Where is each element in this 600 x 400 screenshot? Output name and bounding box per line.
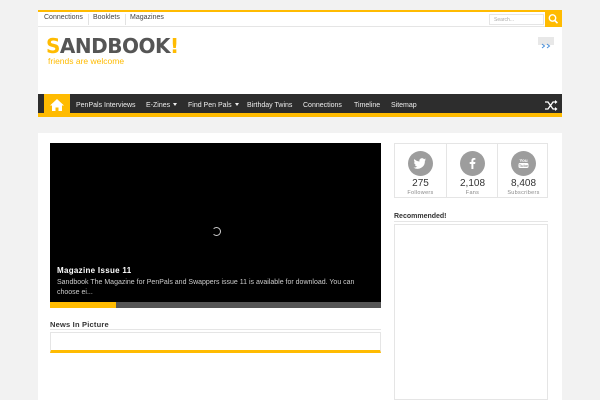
nav-label: Find Pen Pals [188, 102, 232, 109]
logo-initial: S [46, 34, 60, 58]
social-youtube[interactable]: You Tube 8,408 Subscribers [497, 144, 548, 197]
site-header: SANDBOOK! friends are welcome [38, 27, 562, 94]
recommended-heading: Recommended! [394, 213, 447, 220]
nav-item-sitemap[interactable]: Sitemap [391, 94, 417, 117]
shuffle-icon [545, 100, 558, 111]
nav-item-birthday-twins[interactable]: Birthday Twins [247, 94, 292, 117]
nav-label: Connections [303, 102, 342, 109]
search-icon [548, 14, 559, 24]
chevron-down-icon [173, 103, 178, 106]
logo-bang: ! [169, 34, 179, 58]
top-link-magazines[interactable]: Magazines [130, 14, 164, 21]
nav-item-penpals-interviews[interactable]: PenPals Interviews [76, 94, 136, 117]
facebook-count: 2,108 [459, 178, 486, 189]
twitter-count: 275 [412, 178, 429, 189]
chevron-down-icon [234, 103, 239, 106]
youtube-count: 8,408 [510, 178, 537, 189]
featured-slider[interactable]: Magazine Issue 11 Sandbook The Magazine … [50, 143, 381, 308]
nav-label: PenPals Interviews [76, 102, 136, 109]
youtube-label: Subscribers [507, 190, 540, 196]
home-icon [50, 99, 64, 111]
main-content: Magazine Issue 11 Sandbook The Magazine … [38, 133, 562, 400]
twitter-label: Followers [407, 190, 434, 196]
svg-text:Tube: Tube [519, 163, 529, 168]
news-in-picture-heading: News In Picture [50, 320, 109, 329]
divider [50, 329, 381, 330]
social-counter-widget: 275 Followers 2,108 Fans You Tube 8,408 … [394, 143, 548, 198]
main-nav: PenPals Interviews E-Zines Find Pen Pals… [38, 94, 562, 117]
top-bar: Connections Booklets Magazines Search... [38, 10, 562, 28]
nav-label: E-Zines [146, 102, 171, 109]
ad-choices-badge[interactable] [538, 37, 554, 49]
divider [125, 14, 126, 25]
loading-spinner-icon [212, 227, 221, 236]
divider [88, 14, 89, 25]
site-tagline: friends are welcome [48, 56, 125, 66]
slide-title[interactable]: Magazine Issue 11 [57, 266, 131, 275]
recommended-box [394, 224, 548, 400]
slide-progress-fill [50, 302, 117, 308]
search-button[interactable] [545, 10, 562, 28]
nav-item-e-zines[interactable]: E-Zines [146, 94, 178, 117]
nav-item-connections[interactable]: Connections [303, 94, 342, 117]
site-logo[interactable]: SANDBOOK! [46, 36, 179, 56]
news-in-picture-box [50, 332, 381, 353]
random-article-button[interactable] [539, 94, 562, 117]
top-link-connections[interactable]: Connections [44, 14, 83, 21]
top-link-booklets[interactable]: Booklets [93, 14, 120, 21]
nav-item-find-pen-pals[interactable]: Find Pen Pals [188, 94, 239, 117]
facebook-label: Fans [465, 190, 480, 196]
social-facebook[interactable]: 2,108 Fans [446, 144, 497, 197]
nav-label: Sitemap [391, 102, 417, 109]
slide-progress-bar [50, 302, 381, 308]
logo-text: ANDBOOK [59, 34, 171, 58]
social-twitter[interactable]: 275 Followers [395, 144, 446, 197]
nav-home-button[interactable] [44, 94, 70, 117]
nav-label: Birthday Twins [247, 102, 293, 109]
nav-item-timeline[interactable]: Timeline [354, 94, 380, 117]
ad-info-icon [541, 43, 551, 49]
search-input[interactable]: Search... [489, 14, 544, 25]
nav-label: Timeline [354, 102, 381, 109]
slide-description: Sandbook The Magazine for PenPals and Sw… [57, 279, 355, 296]
twitter-icon [408, 151, 433, 176]
divider [394, 221, 548, 222]
facebook-icon [460, 151, 485, 176]
youtube-icon: You Tube [511, 151, 536, 176]
